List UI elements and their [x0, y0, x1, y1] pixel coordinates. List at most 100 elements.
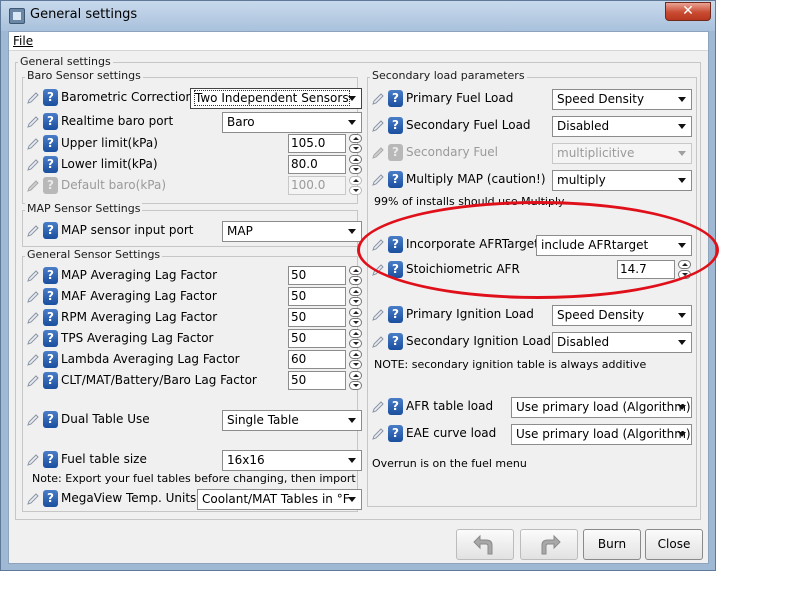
spin-down-icon[interactable]: [349, 165, 362, 174]
pencil-icon[interactable]: [371, 238, 385, 252]
spin-down-icon[interactable]: [349, 318, 362, 327]
help-icon[interactable]: ?: [43, 89, 58, 106]
help-icon[interactable]: ?: [43, 156, 58, 173]
help-icon[interactable]: ?: [388, 90, 403, 107]
lag-factor-spinner[interactable]: [349, 266, 362, 285]
spin-up-icon[interactable]: [349, 287, 362, 296]
pencil-icon[interactable]: [26, 353, 40, 367]
pencil-icon[interactable]: [26, 269, 40, 283]
secondary-fuel-load-select[interactable]: Disabled: [552, 116, 692, 137]
pencil-icon[interactable]: [371, 427, 385, 441]
help-icon[interactable]: ?: [43, 351, 58, 368]
help-icon[interactable]: ?: [43, 372, 58, 389]
spin-down-icon[interactable]: [349, 276, 362, 285]
lag-factor-input[interactable]: 50: [288, 308, 346, 327]
burn-button[interactable]: Burn: [583, 529, 641, 560]
help-icon[interactable]: ?: [43, 451, 58, 468]
spin-down-icon[interactable]: [349, 360, 362, 369]
lag-factor-input[interactable]: 50: [288, 266, 346, 285]
afr-table-load-select[interactable]: Use primary load (Algorithm): [511, 397, 692, 418]
spin-up-icon[interactable]: [349, 308, 362, 317]
help-icon[interactable]: ?: [43, 288, 58, 305]
pencil-icon[interactable]: [26, 91, 40, 105]
barometric-correction-select[interactable]: Two Independent Sensors: [190, 88, 362, 109]
help-icon[interactable]: ?: [43, 330, 58, 347]
primary-ign-load-select[interactable]: Speed Density: [552, 305, 692, 326]
spin-up-icon[interactable]: [349, 329, 362, 338]
pencil-icon[interactable]: [371, 263, 385, 277]
upper-limit-input[interactable]: 105.0: [288, 134, 346, 153]
lag-factor-spinner[interactable]: [349, 287, 362, 306]
help-icon[interactable]: ?: [43, 135, 58, 152]
pencil-icon[interactable]: [26, 374, 40, 388]
close-button[interactable]: Close: [645, 529, 703, 560]
secondary-ign-load-select[interactable]: Disabled: [552, 332, 692, 353]
pencil-icon[interactable]: [26, 290, 40, 304]
help-icon[interactable]: ?: [43, 267, 58, 284]
pencil-icon[interactable]: [371, 400, 385, 414]
help-icon[interactable]: ?: [388, 171, 403, 188]
pencil-icon[interactable]: [26, 453, 40, 467]
lag-factor-input[interactable]: 50: [288, 371, 346, 390]
eae-curve-load-select[interactable]: Use primary load (Algorithm): [511, 424, 692, 445]
lag-factor-spinner[interactable]: [349, 329, 362, 348]
pencil-icon[interactable]: [26, 492, 40, 506]
lag-factor-spinner[interactable]: [349, 371, 362, 390]
help-icon[interactable]: ?: [388, 236, 403, 253]
help-icon[interactable]: ?: [43, 490, 58, 507]
pencil-icon[interactable]: [371, 92, 385, 106]
spin-down-icon[interactable]: [349, 144, 362, 153]
spin-up-icon[interactable]: [349, 134, 362, 143]
lag-factor-input[interactable]: 50: [288, 287, 346, 306]
title-bar[interactable]: General settings ✕: [1, 1, 715, 31]
primary-fuel-load-select[interactable]: Speed Density: [552, 89, 692, 110]
lower-limit-input[interactable]: 80.0: [288, 155, 346, 174]
help-icon[interactable]: ?: [43, 309, 58, 326]
realtime-baro-port-select[interactable]: Baro: [222, 112, 362, 133]
fuel-table-size-select[interactable]: 16x16: [222, 450, 362, 471]
help-icon[interactable]: ?: [388, 333, 403, 350]
help-icon[interactable]: ?: [43, 411, 58, 428]
map-input-port-select[interactable]: MAP: [222, 221, 362, 242]
megaview-units-select[interactable]: Coolant/MAT Tables in °F: [197, 489, 362, 510]
help-icon[interactable]: ?: [388, 261, 403, 278]
spin-up-icon[interactable]: [349, 371, 362, 380]
spin-down-icon[interactable]: [678, 270, 691, 279]
pencil-icon[interactable]: [26, 115, 40, 129]
undo-button[interactable]: [456, 529, 514, 560]
pencil-icon[interactable]: [371, 119, 385, 133]
redo-button[interactable]: [520, 529, 578, 560]
pencil-icon[interactable]: [26, 137, 40, 151]
dual-table-select[interactable]: Single Table: [222, 410, 362, 431]
pencil-icon[interactable]: [26, 311, 40, 325]
lag-factor-input[interactable]: 50: [288, 329, 346, 348]
menu-file[interactable]: File: [13, 34, 33, 48]
spin-up-icon[interactable]: [349, 155, 362, 164]
spin-up-icon[interactable]: [678, 260, 691, 269]
window-close-button[interactable]: ✕: [665, 2, 711, 21]
spin-down-icon[interactable]: [349, 339, 362, 348]
pencil-icon[interactable]: [26, 332, 40, 346]
stoich-afr-input[interactable]: 14.7: [617, 260, 675, 279]
incorporate-afr-select[interactable]: include AFRtarget: [536, 235, 692, 256]
spin-down-icon[interactable]: [349, 381, 362, 390]
lower-limit-spinner[interactable]: [349, 155, 362, 174]
pencil-icon[interactable]: [371, 308, 385, 322]
pencil-icon[interactable]: [26, 158, 40, 172]
lag-factor-input[interactable]: 60: [288, 350, 346, 369]
help-icon[interactable]: ?: [43, 222, 58, 239]
help-icon[interactable]: ?: [388, 306, 403, 323]
lag-factor-spinner[interactable]: [349, 350, 362, 369]
stoich-afr-spinner[interactable]: [678, 260, 691, 279]
pencil-icon[interactable]: [371, 335, 385, 349]
spin-up-icon[interactable]: [349, 266, 362, 275]
multiply-map-select[interactable]: multiply: [552, 170, 692, 191]
pencil-icon[interactable]: [371, 173, 385, 187]
pencil-icon[interactable]: [26, 224, 40, 238]
upper-limit-spinner[interactable]: [349, 134, 362, 153]
help-icon[interactable]: ?: [43, 113, 58, 130]
help-icon[interactable]: ?: [388, 398, 403, 415]
spin-up-icon[interactable]: [349, 350, 362, 359]
lag-factor-spinner[interactable]: [349, 308, 362, 327]
pencil-icon[interactable]: [26, 413, 40, 427]
